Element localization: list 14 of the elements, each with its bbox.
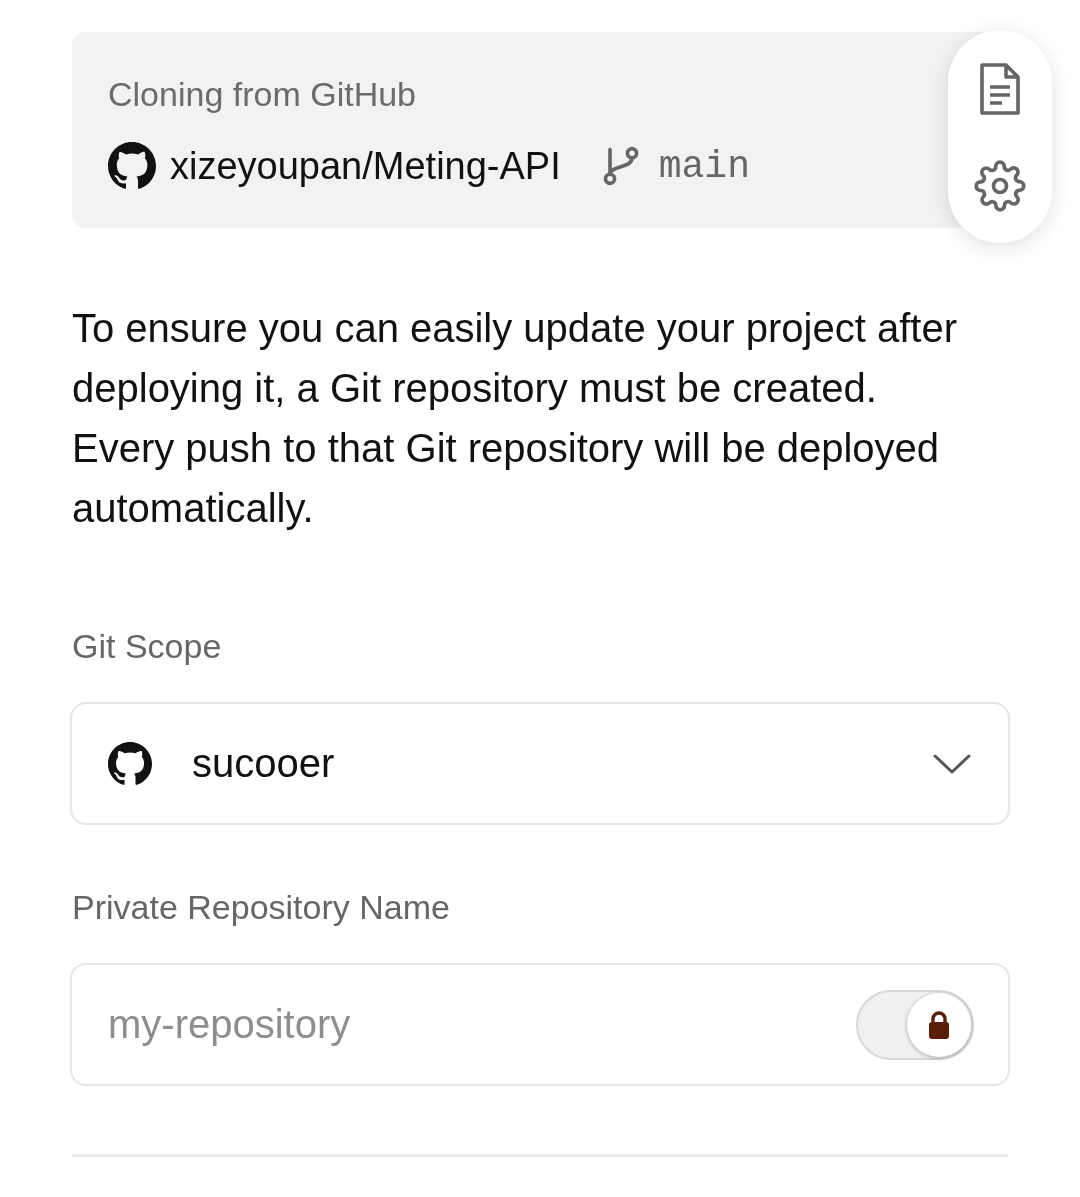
chevron-down-icon [932,752,972,775]
repository-name: xizeyoupan/Meting-API [170,144,561,188]
settings-icon[interactable] [974,159,1026,212]
description-paragraph: To ensure you can easily update your project after deploying it, a Git repository must be created. Every push to that Git repository will be deployed automatically. [72,305,958,532]
field-label: Private Repository Name [72,887,450,927]
github-icon [108,142,156,190]
github-icon [108,741,152,786]
clone-heading: Cloning from GitHub [108,74,416,114]
scope-dropdown[interactable]: sucooer [70,702,1010,825]
field-label: Git Scope [72,626,222,666]
repository-name-input[interactable]: my-repository [108,1002,816,1047]
branch-name: main [658,144,750,188]
lock-icon [926,1009,952,1040]
repository-name-field[interactable]: my-repository [70,963,1010,1086]
